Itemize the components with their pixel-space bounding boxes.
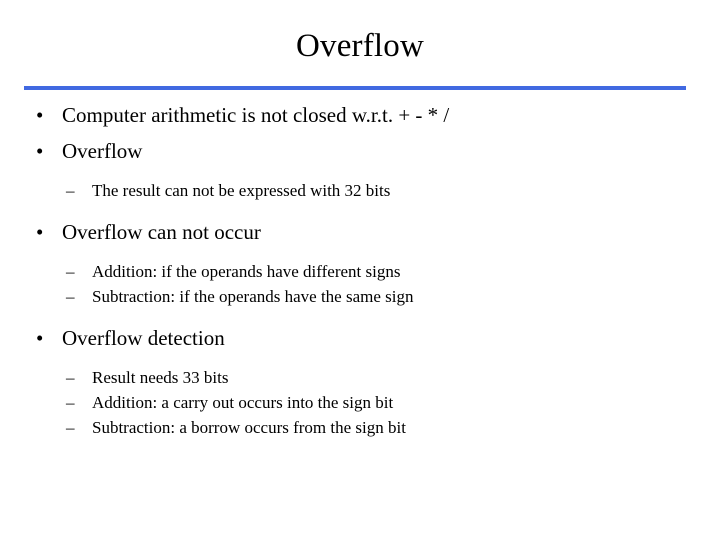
bullet-marker-icon: •	[36, 103, 44, 127]
dash-marker-icon: –	[66, 262, 75, 281]
page-title: Overflow	[295, 28, 425, 64]
dash-marker-icon: –	[66, 393, 75, 412]
sub-bullet-text: Result needs 33 bits	[92, 368, 229, 387]
bullet-text: Overflow can not occur	[62, 220, 261, 244]
bullet-marker-icon: •	[36, 220, 44, 244]
slide: Overflow • Computer arithmetic is not cl…	[0, 0, 720, 540]
sub-bullet-text: Addition: if the operands have different…	[92, 262, 401, 281]
bullet-marker-icon: •	[36, 139, 44, 163]
sub-bullet-item: – The result can not be expressed with 3…	[0, 178, 720, 203]
sub-bullet-item: – Addition: if the operands have differe…	[0, 259, 720, 284]
title-divider-rule	[24, 86, 686, 90]
bullet-text: Overflow detection	[62, 326, 225, 350]
sub-bullet-item: – Addition: a carry out occurs into the …	[0, 390, 720, 415]
sub-bullet-text: The result can not be expressed with 32 …	[92, 181, 391, 200]
sub-bullet-text: Addition: a carry out occurs into the si…	[92, 393, 394, 412]
sub-bullet-item: – Result needs 33 bits	[0, 365, 720, 390]
sub-bullet-item: – Subtraction: if the operands have the …	[0, 284, 720, 309]
dash-marker-icon: –	[66, 181, 75, 200]
bullet-item: • Overflow	[0, 136, 720, 166]
sub-bullet-text: Subtraction: a borrow occurs from the si…	[92, 418, 406, 437]
slide-body: • Computer arithmetic is not closed w.r.…	[0, 100, 720, 440]
dash-marker-icon: –	[66, 418, 75, 437]
bullet-text: Overflow	[62, 139, 143, 163]
bullet-text: Computer arithmetic is not closed w.r.t.…	[62, 103, 450, 127]
bullet-marker-icon: •	[36, 326, 44, 350]
dash-marker-icon: –	[66, 287, 75, 306]
bullet-item: • Computer arithmetic is not closed w.r.…	[0, 100, 720, 130]
sub-bullet-item: – Subtraction: a borrow occurs from the …	[0, 415, 720, 440]
dash-marker-icon: –	[66, 368, 75, 387]
bullet-item: • Overflow detection	[0, 323, 720, 353]
bullet-item: • Overflow can not occur	[0, 217, 720, 247]
sub-bullet-text: Subtraction: if the operands have the sa…	[92, 287, 414, 306]
